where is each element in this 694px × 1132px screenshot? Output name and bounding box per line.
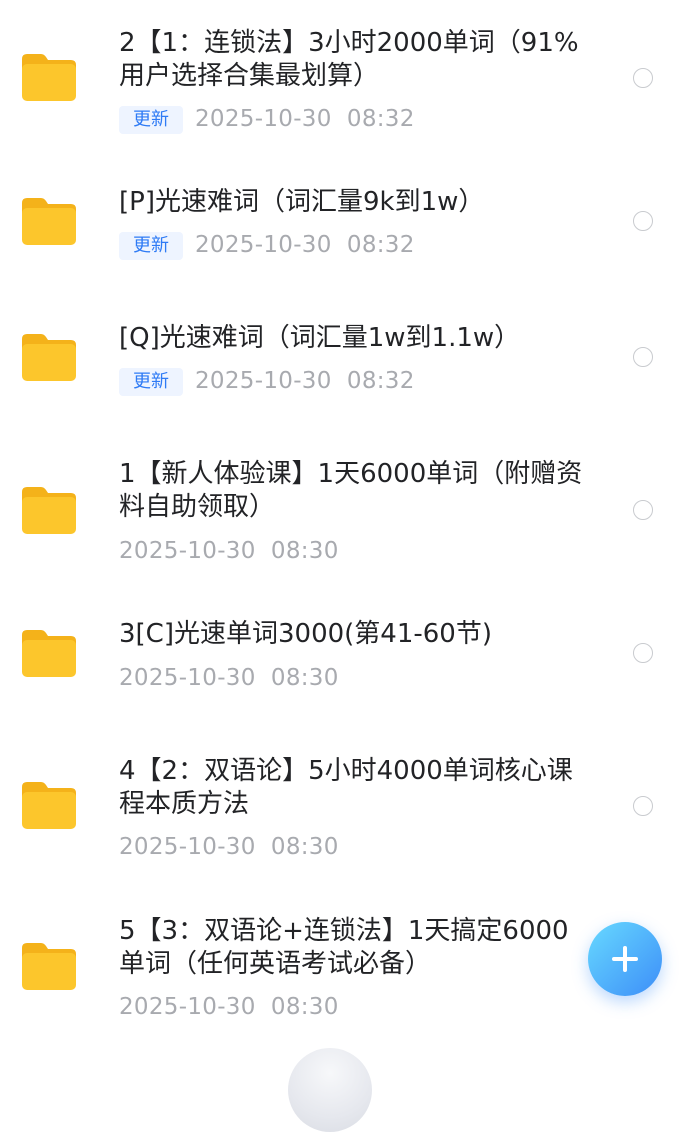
item-title: 5【3：双语论+连锁法】1天搞定6000单词（任何英语考试必备）: [119, 916, 569, 979]
item-date: 2025-10-30 08:30: [119, 994, 339, 1020]
select-radio[interactable]: [633, 643, 653, 663]
select-radio[interactable]: [633, 347, 653, 367]
folder-icon: [22, 54, 76, 101]
bottom-home-button[interactable]: [288, 1048, 372, 1132]
list-item[interactable]: 1【新人体验课】1天6000单词（附赠资料自助领取） 2025-10-30 08…: [0, 436, 694, 596]
list-item[interactable]: 2【1：连锁法】3小时2000单词（91%用户选择合集最划算） 更新 2025-…: [0, 0, 694, 150]
folder-icon: [22, 782, 76, 829]
select-radio[interactable]: [633, 68, 653, 88]
add-button[interactable]: [588, 922, 662, 996]
list-item[interactable]: 4【2：双语论】5小时4000单词核心课程本质方法 2025-10-30 08:…: [0, 726, 694, 890]
folder-icon: [22, 943, 76, 990]
item-date: 2025-10-30 08:32: [195, 232, 415, 258]
item-title: 1【新人体验课】1天6000单词（附赠资料自助领取）: [119, 459, 583, 522]
folder-icon: [22, 487, 76, 534]
item-date: 2025-10-30 08:30: [119, 538, 339, 564]
update-badge: 更新: [119, 106, 183, 134]
add-icon: [612, 946, 638, 972]
item-date: 2025-10-30 08:30: [119, 665, 339, 691]
list-item[interactable]: [Q]光速难词（词汇量1w到1.1w） 更新 2025-10-30 08:32: [0, 286, 694, 436]
list-item[interactable]: 3[C]光速单词3000(第41-60节) 2025-10-30 08:30: [0, 596, 694, 726]
select-radio[interactable]: [633, 796, 653, 816]
select-radio[interactable]: [633, 500, 653, 520]
select-radio[interactable]: [633, 211, 653, 231]
item-title: 3[C]光速单词3000(第41-60节): [119, 619, 492, 649]
item-title: 4【2：双语论】5小时4000单词核心课程本质方法: [119, 756, 573, 819]
item-title: 2【1：连锁法】3小时2000单词（91%用户选择合集最划算）: [119, 28, 579, 91]
folder-icon: [22, 334, 76, 381]
update-badge: 更新: [119, 368, 183, 396]
list-item[interactable]: [P]光速难词（词汇量9k到1w） 更新 2025-10-30 08:32: [0, 150, 694, 286]
file-list: 2【1：连锁法】3小时2000单词（91%用户选择合集最划算） 更新 2025-…: [0, 0, 694, 1066]
folder-icon: [22, 630, 76, 677]
item-date: 2025-10-30 08:30: [119, 834, 339, 860]
item-title: [Q]光速难词（词汇量1w到1.1w）: [119, 323, 521, 353]
folder-icon: [22, 198, 76, 245]
item-date: 2025-10-30 08:32: [195, 106, 415, 132]
item-date: 2025-10-30 08:32: [195, 368, 415, 394]
item-title: [P]光速难词（词汇量9k到1w）: [119, 187, 485, 217]
update-badge: 更新: [119, 232, 183, 260]
